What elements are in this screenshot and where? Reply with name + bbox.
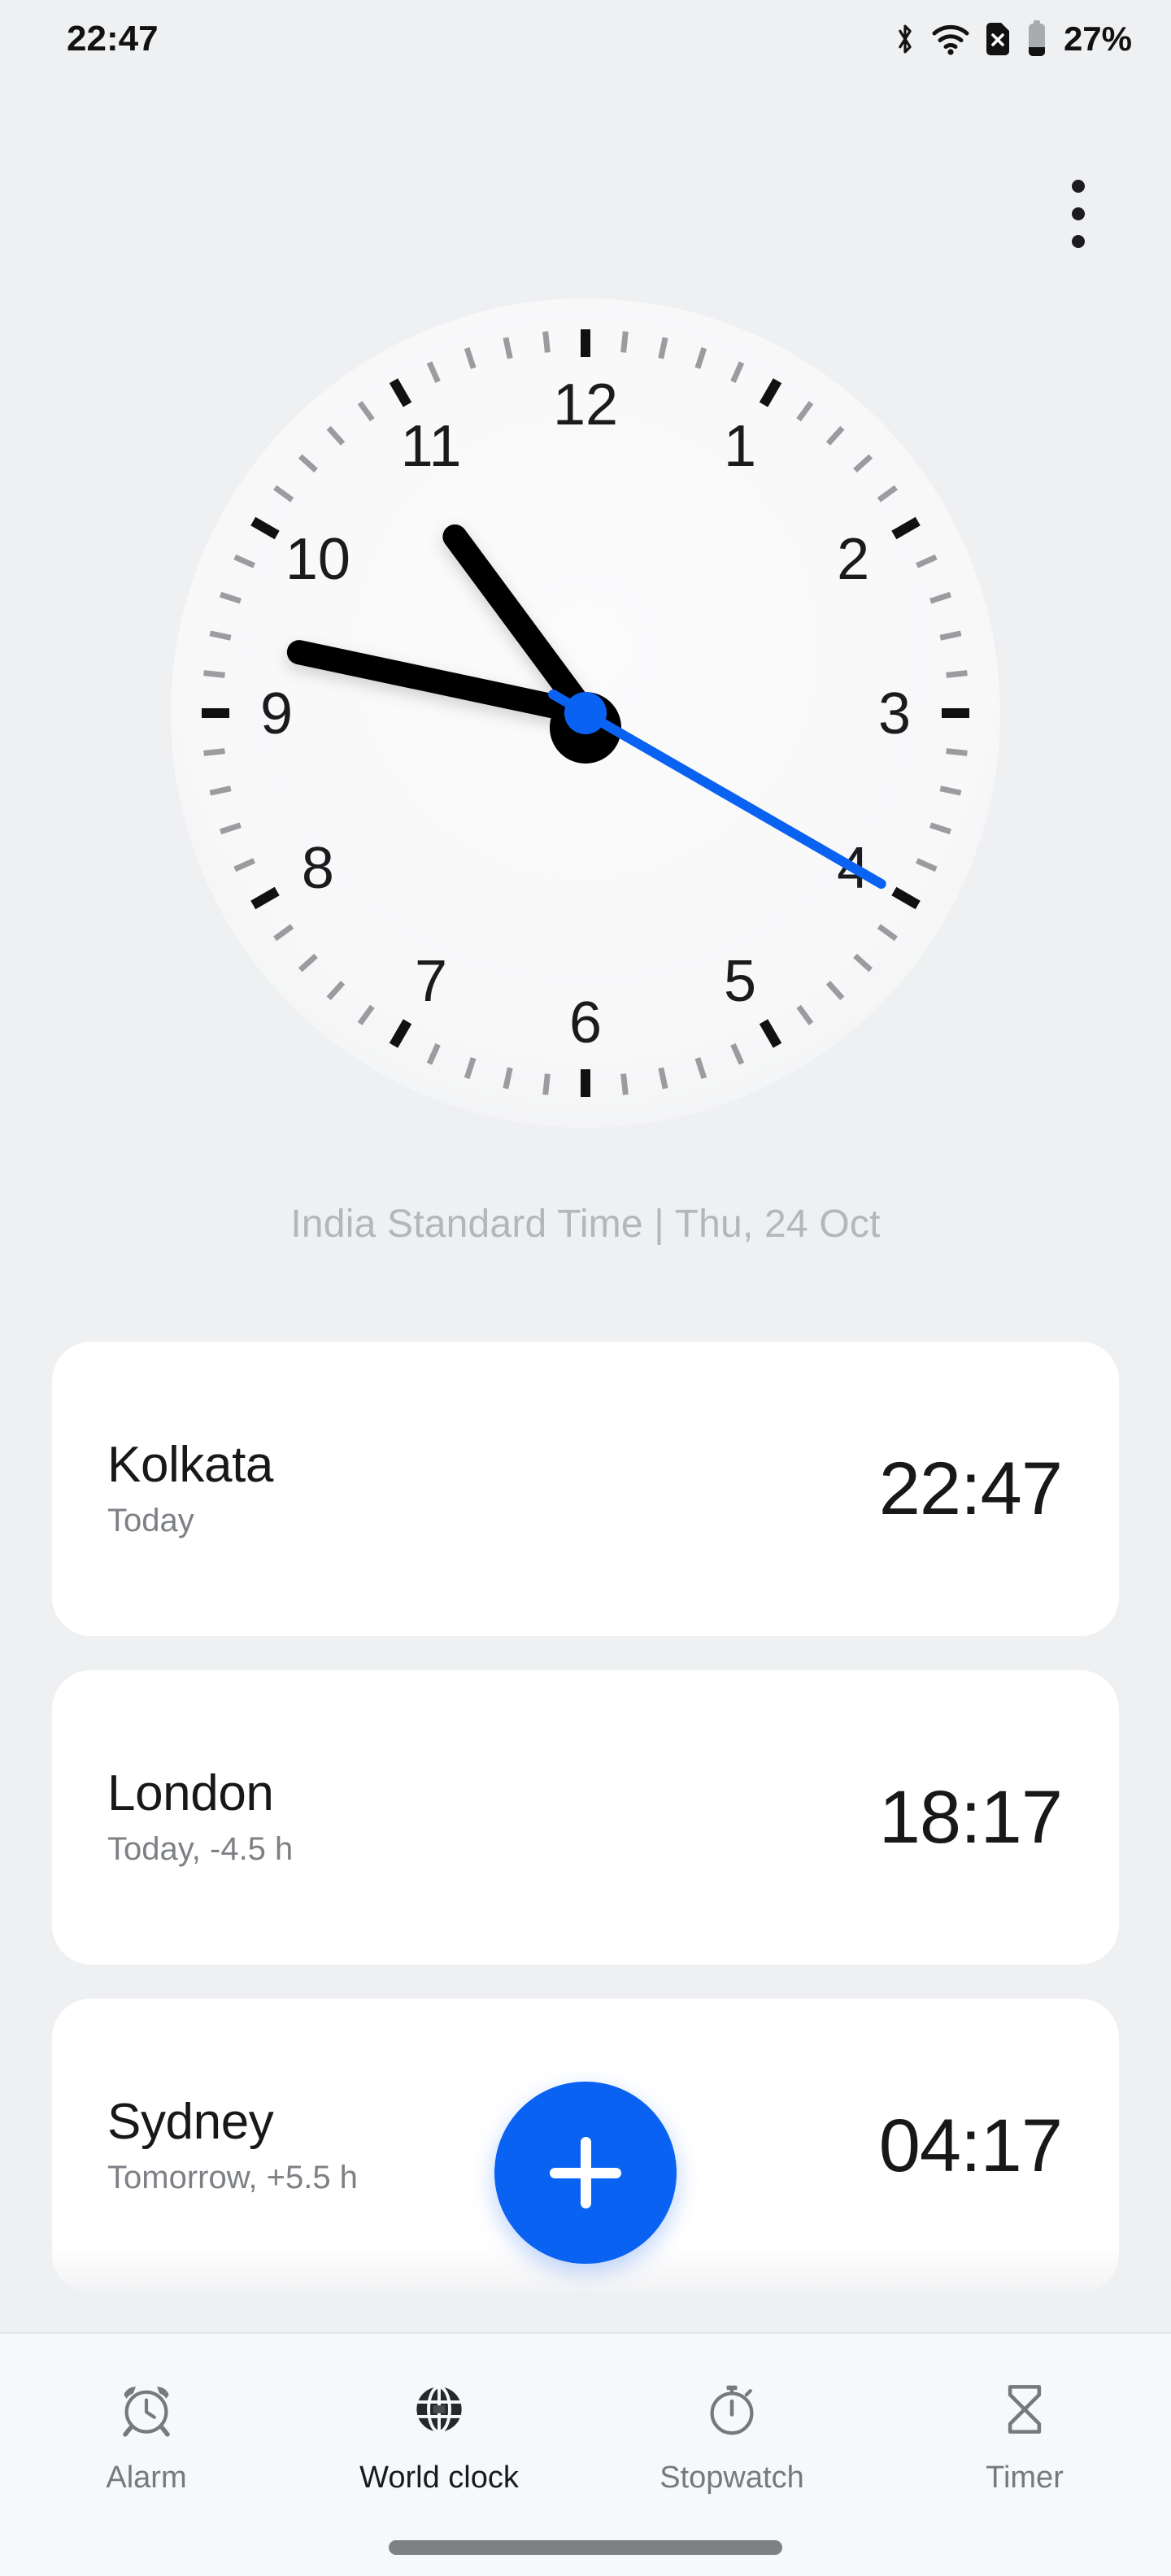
svg-text:10: 10 — [285, 527, 350, 592]
city-time: 04:17 — [878, 2104, 1063, 2187]
nav-item-timer[interactable]: Timer — [903, 2376, 1147, 2496]
svg-text:12: 12 — [553, 372, 618, 437]
svg-text:3: 3 — [878, 681, 911, 746]
timezone-caption: India Standard Time | Thu, 24 Oct — [290, 1203, 881, 1246]
svg-text:8: 8 — [302, 836, 334, 901]
city-name: London — [107, 1764, 274, 1821]
bottom-navigation-bar: Alarm World clock Stopwatch Timer — [0, 2332, 1171, 2576]
menu-dot — [1072, 180, 1085, 193]
svg-text:9: 9 — [260, 681, 293, 746]
city-offset: Today — [107, 1503, 194, 1539]
nav-item-world-clock[interactable]: World clock — [317, 2376, 561, 2496]
battery-percentage: 27% — [1063, 20, 1132, 58]
city-name: Sydney — [107, 2093, 274, 2150]
home-indicator[interactable] — [389, 2540, 782, 2555]
sim-off-icon — [984, 21, 1012, 57]
svg-text:6: 6 — [569, 990, 602, 1055]
city-card-london[interactable]: London Today, -4.5 h 18:17 — [52, 1670, 1119, 1965]
city-name: Kolkata — [107, 1436, 273, 1493]
nav-item-stopwatch[interactable]: Stopwatch — [610, 2376, 854, 2496]
city-offset: Today, -4.5 h — [107, 1831, 294, 1868]
menu-dot — [1072, 207, 1085, 220]
city-offset: Tomorrow, +5.5 h — [107, 2160, 358, 2196]
nav-label: Alarm — [106, 2461, 187, 2495]
status-bar-icons: 27% — [893, 20, 1132, 59]
status-bar-clock: 22:47 — [67, 19, 159, 59]
svg-text:1: 1 — [724, 414, 756, 479]
wifi-icon — [931, 21, 970, 57]
city-info: Sydney Tomorrow, +5.5 h — [107, 2095, 358, 2197]
menu-dot — [1072, 235, 1085, 248]
three-dot-menu-icon[interactable] — [1039, 161, 1117, 267]
globe-icon — [407, 2376, 471, 2443]
nav-item-alarm[interactable]: Alarm — [24, 2376, 268, 2496]
svg-text:7: 7 — [415, 949, 447, 1014]
svg-text:2: 2 — [837, 527, 869, 592]
analog-clock: 121234567891011 — [169, 297, 1002, 1129]
city-info: Kolkata Today — [107, 1438, 273, 1540]
nav-label: Stopwatch — [660, 2461, 804, 2495]
status-bar: 22:47 27% — [0, 0, 1171, 78]
battery-icon — [1025, 20, 1048, 58]
stopwatch-icon — [700, 2376, 764, 2443]
city-time: 18:17 — [878, 1776, 1063, 1859]
nav-label: World clock — [359, 2461, 519, 2495]
svg-text:11: 11 — [401, 414, 462, 479]
plus-icon — [580, 2137, 591, 2208]
svg-text:5: 5 — [724, 949, 756, 1014]
clock-center-pin — [564, 692, 607, 734]
city-time: 22:47 — [878, 1447, 1063, 1530]
add-city-fab[interactable] — [494, 2082, 677, 2264]
bluetooth-icon — [893, 21, 917, 57]
nav-label: Timer — [986, 2461, 1064, 2495]
city-card-kolkata[interactable]: Kolkata Today 22:47 — [52, 1342, 1119, 1636]
analog-clock-face: 121234567891011 — [171, 298, 1000, 1128]
city-info: London Today, -4.5 h — [107, 1764, 294, 1869]
clock-app-screen: 22:47 27% 12 1 2 3 5 6 7 8 9 10 11 India… — [0, 0, 1171, 2576]
hourglass-icon — [993, 2376, 1056, 2443]
alarm-clock-icon — [115, 2376, 178, 2443]
